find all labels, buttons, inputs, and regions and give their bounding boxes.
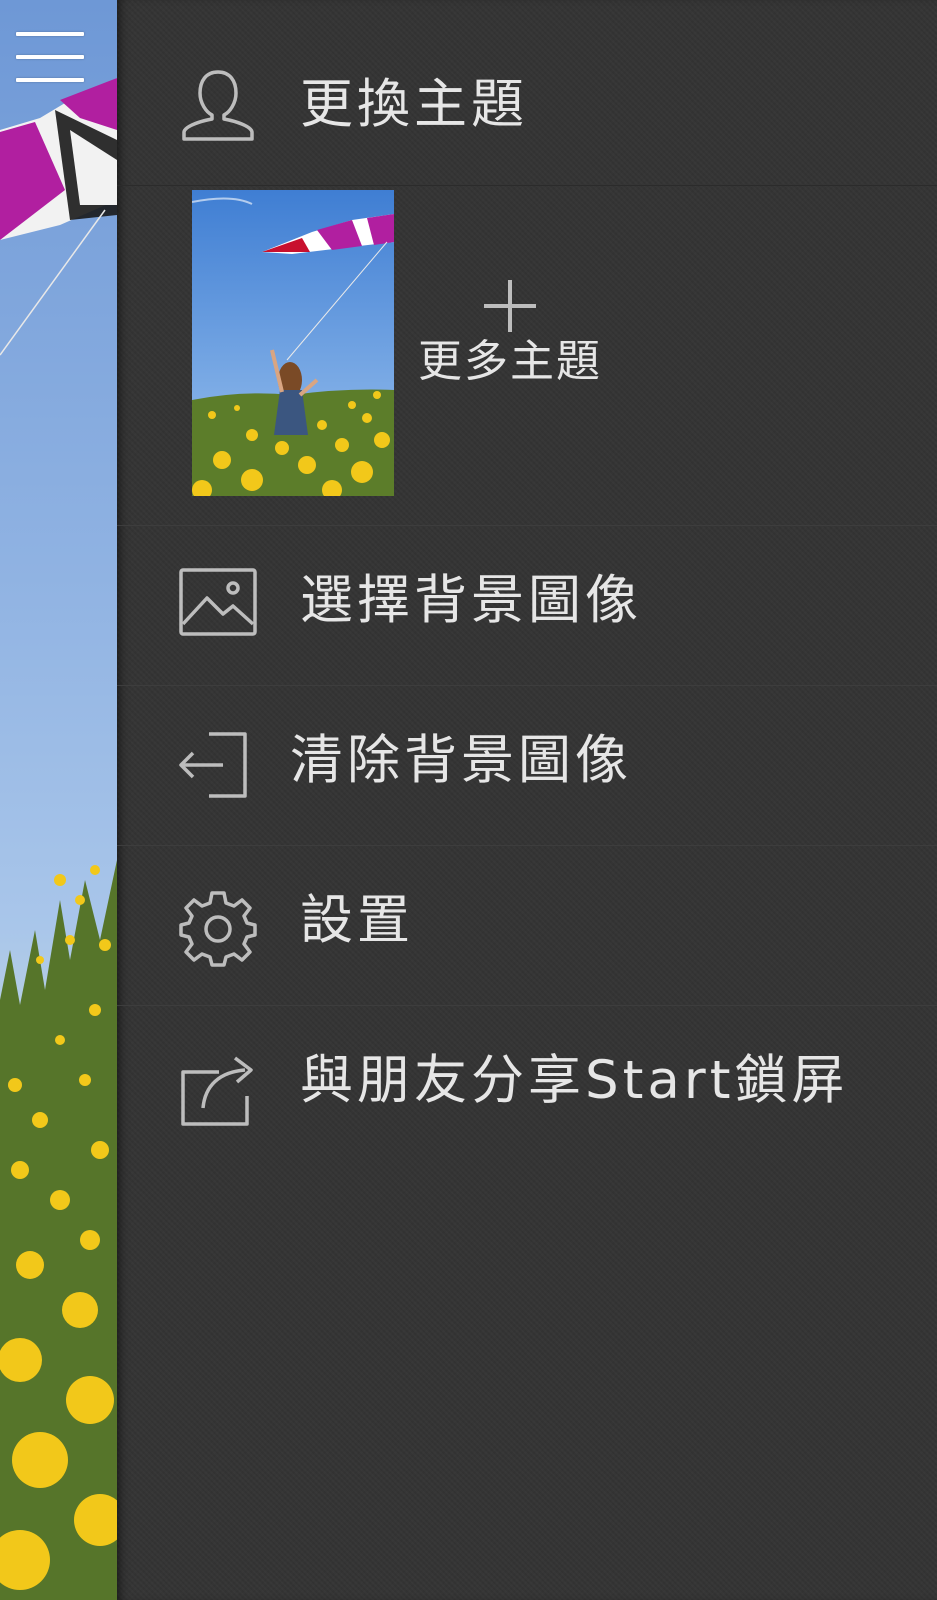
sign-out-icon	[179, 732, 249, 802]
settings-label: 設置	[300, 890, 414, 951]
more-themes-button[interactable]: 更多主題	[412, 280, 612, 400]
background-preview	[0, 0, 117, 1600]
change-theme-header[interactable]: 更換主題	[117, 40, 937, 180]
image-icon	[179, 568, 257, 640]
navigation-drawer: 更換主題 更多主題 選擇背景圖像 清除背景圖像 設置 與朋友分享Start鎖屏	[117, 0, 937, 1600]
clear-background-label: 清除背景圖像	[290, 730, 632, 791]
clear-background-item[interactable]: 清除背景圖像	[117, 700, 937, 840]
divider	[117, 185, 937, 186]
select-background-item[interactable]: 選擇背景圖像	[117, 540, 937, 680]
select-background-label: 選擇背景圖像	[300, 570, 642, 631]
divider	[117, 845, 937, 846]
settings-item[interactable]: 設置	[117, 860, 937, 1000]
hamburger-menu-icon[interactable]	[16, 30, 84, 86]
divider	[117, 685, 937, 686]
gear-icon	[179, 890, 257, 972]
more-themes-label: 更多主題	[418, 336, 602, 387]
share-icon	[179, 1050, 257, 1132]
divider	[117, 525, 937, 526]
plus-icon	[484, 280, 536, 332]
divider	[117, 1005, 937, 1006]
wallpaper-image	[0, 78, 117, 1600]
share-label: 與朋友分享Start鎖屏	[300, 1050, 849, 1111]
user-icon	[179, 66, 257, 148]
change-theme-label: 更換主題	[300, 74, 528, 135]
share-item[interactable]: 與朋友分享Start鎖屏	[117, 1020, 937, 1160]
theme-thumbnail[interactable]	[192, 190, 394, 496]
